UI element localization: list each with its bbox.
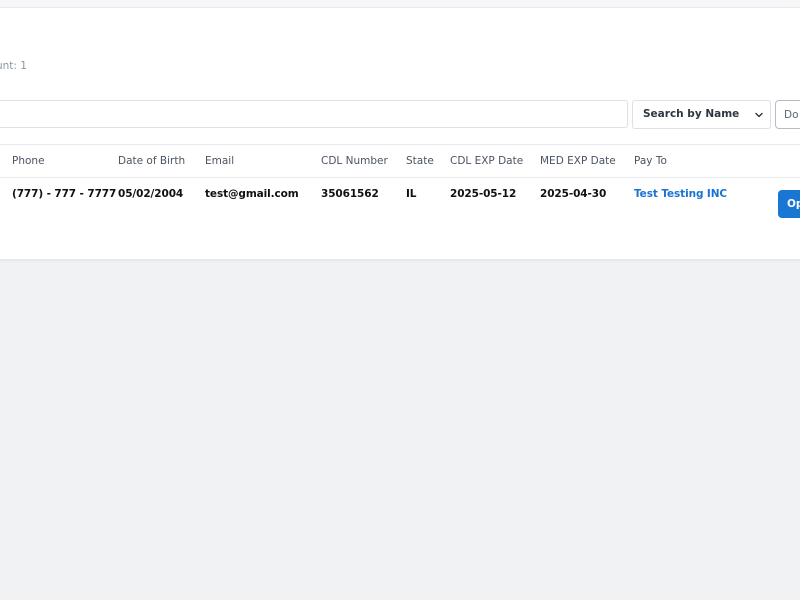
record-count: unt: 1 (0, 60, 27, 72)
cell-med-exp-date: 2025-04-30 (540, 188, 607, 200)
search-input[interactable] (0, 100, 628, 128)
cell-date-of-birth: 05/02/2004 (118, 188, 184, 200)
drivers-panel: unt: 1 Search by Name Do Phone Date of B… (0, 8, 800, 260)
pay-to-link[interactable]: Test Testing INC (634, 188, 727, 200)
column-header-pay-to[interactable]: Pay To (634, 155, 667, 167)
top-bar (0, 0, 800, 8)
column-header-email[interactable]: Email (205, 155, 234, 167)
search-by-select-value: Search by Name (643, 108, 740, 120)
cell-state: IL (406, 188, 417, 200)
download-button[interactable]: Do (775, 100, 800, 129)
cell-cdl-exp-date: 2025-05-12 (450, 188, 517, 200)
chevron-down-icon (755, 112, 763, 118)
column-header-cdl-number[interactable]: CDL Number (321, 155, 388, 167)
column-header-state[interactable]: State (406, 155, 434, 167)
cell-email: test@gmail.com (205, 188, 299, 200)
table-row-border (0, 177, 800, 178)
column-header-date-of-birth[interactable]: Date of Birth (118, 155, 185, 167)
column-header-cdl-exp-date[interactable]: CDL EXP Date (450, 155, 523, 167)
column-header-med-exp-date[interactable]: MED EXP Date (540, 155, 616, 167)
table-header-border (0, 144, 800, 145)
cell-phone: (777) - 777 - 7777 (12, 188, 117, 200)
open-button[interactable]: Op (778, 190, 800, 218)
search-by-select[interactable]: Search by Name (632, 100, 771, 129)
column-header-phone[interactable]: Phone (12, 155, 45, 167)
cell-cdl-number: 35061562 (321, 188, 379, 200)
